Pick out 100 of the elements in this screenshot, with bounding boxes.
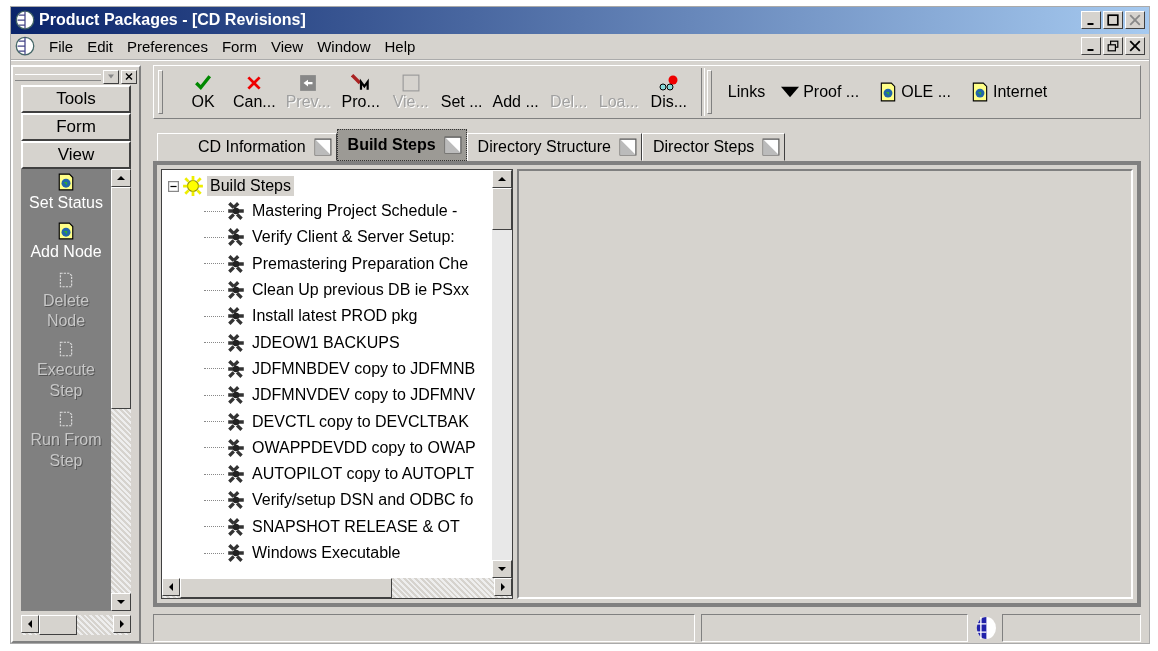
page-corner-icon	[313, 138, 332, 156]
sidebar-tab[interactable]: View	[21, 141, 131, 169]
toolbar-button[interactable]: Set ...	[436, 73, 487, 111]
restore-button[interactable]	[1103, 37, 1123, 56]
toolbar-button[interactable]: Can...	[229, 73, 280, 111]
window-title: Product Packages - [CD Revisions]	[39, 11, 306, 30]
right-arrow-icon	[120, 620, 124, 628]
tab[interactable]: Director Steps	[642, 133, 786, 161]
close-icon	[125, 72, 133, 81]
tree-item[interactable]: JDEOW1 BACKUPS	[252, 333, 400, 352]
tree-item[interactable]: Premastering Preparation Che	[252, 254, 469, 273]
toolbar-button[interactable]: Add ...	[488, 73, 543, 111]
tools-icon	[226, 490, 246, 511]
tree-item[interactable]: JDFMNVDEV copy to JDFMNV	[252, 386, 476, 405]
menu-item[interactable]: Form	[221, 38, 257, 55]
menu-item[interactable]: File	[49, 38, 74, 55]
tree-item[interactable]: Install latest PROD pkg	[252, 307, 418, 326]
up-arrow-icon	[117, 176, 125, 180]
link-button[interactable]: Proof ...	[781, 82, 860, 102]
document-icon	[58, 270, 74, 289]
collapse-icon[interactable]	[168, 180, 179, 192]
tree-item[interactable]: Verify Client & Server Setup:	[252, 228, 455, 247]
scroll-thumb[interactable]	[39, 615, 77, 635]
toolbar-button[interactable]: OK	[179, 73, 227, 111]
scrollbar[interactable]	[111, 169, 131, 611]
grip-handle[interactable]	[15, 73, 101, 81]
minimize-button[interactable]	[1081, 11, 1101, 30]
tools-icon	[226, 253, 246, 274]
menu-item[interactable]: Edit	[87, 38, 114, 55]
up-arrow-icon	[498, 177, 506, 181]
document-icon	[58, 409, 74, 428]
caret-icon	[107, 72, 115, 81]
tab[interactable]: Directory Structure	[466, 133, 642, 161]
down-arrow-icon	[498, 567, 506, 571]
left-arrow-icon	[169, 583, 173, 591]
tree-item[interactable]: JDFMNBDEV copy to JDFMNB	[252, 359, 476, 378]
tools-icon	[226, 280, 246, 301]
pencil-icon	[350, 74, 371, 92]
toolbar-button[interactable]: Pro...	[336, 73, 385, 111]
tools-icon	[226, 464, 246, 485]
menu-item[interactable]: View	[270, 38, 304, 55]
tools-icon	[226, 201, 246, 222]
close-button[interactable]	[121, 70, 137, 84]
tools-icon	[226, 437, 246, 458]
maximize-button[interactable]	[1103, 11, 1123, 30]
right-arrow-icon	[501, 583, 505, 591]
tools-icon	[226, 516, 246, 537]
toolbar-button[interactable]: Dis...	[644, 73, 693, 111]
document-icon	[58, 340, 74, 359]
sidebar-action[interactable]: Add Node	[23, 217, 109, 267]
scrollbar[interactable]	[162, 578, 512, 598]
link-button[interactable]: Internet	[971, 82, 1048, 102]
menu-item[interactable]: Help	[384, 38, 416, 55]
scroll-thumb[interactable]	[492, 188, 512, 230]
tree-item[interactable]: Windows Executable	[252, 544, 401, 562]
tree-item[interactable]: SNAPSHOT RELEASE & OT	[252, 517, 460, 536]
document-globe-icon	[58, 173, 74, 191]
left-arrow-icon	[28, 620, 32, 628]
close-button[interactable]	[1125, 37, 1145, 56]
check-icon	[193, 74, 213, 92]
scrollbar[interactable]	[21, 615, 131, 635]
tree-item[interactable]: AUTOPILOT copy to AUTOPLT	[252, 465, 474, 484]
tools-icon	[226, 543, 246, 563]
close-button[interactable]	[1125, 11, 1145, 30]
close-icon	[1129, 14, 1141, 27]
scroll-thumb[interactable]	[111, 187, 131, 409]
tree-item[interactable]: Build Steps	[207, 176, 294, 196]
sidebar-tab[interactable]: Form	[21, 113, 131, 141]
tools-icon	[226, 385, 246, 406]
dropdown-button[interactable]	[103, 70, 119, 84]
down-arrow-icon	[117, 600, 125, 604]
close-icon	[1129, 40, 1141, 53]
minimize-button[interactable]	[1081, 37, 1101, 56]
tools-icon	[226, 411, 246, 432]
sidebar-action[interactable]: Set Status	[23, 169, 109, 218]
tab[interactable]: CD Information	[157, 133, 337, 161]
scroll-thumb[interactable]	[180, 578, 392, 598]
sun-gear-icon	[182, 175, 204, 197]
tree-item[interactable]: OWAPPDEVDD copy to OWAP	[252, 438, 476, 457]
document-globe-icon	[971, 82, 989, 102]
page-corner-icon	[443, 136, 462, 154]
tools-icon	[226, 358, 246, 379]
links-label: Links	[727, 83, 766, 101]
blank-square-icon	[400, 74, 421, 92]
globe-icon	[15, 10, 35, 31]
tools-icon	[226, 227, 246, 248]
minimize-icon	[1087, 49, 1094, 52]
tools-icon	[226, 306, 246, 327]
menu-item[interactable]: Preferences	[127, 38, 208, 55]
tree-item[interactable]: Mastering Project Schedule -	[252, 202, 458, 221]
scrollbar[interactable]	[492, 170, 512, 578]
tree-item[interactable]: Clean Up previous DB ie PSxx	[252, 281, 469, 300]
menu-item[interactable]: Window	[317, 38, 371, 55]
tree-item[interactable]: DEVCTL copy to DEVCLTBAK	[252, 412, 469, 431]
sidebar-tab[interactable]: Tools	[21, 85, 131, 113]
page-corner-icon	[762, 138, 781, 156]
link-button[interactable]: OLE ...	[879, 82, 951, 102]
tools-icon	[226, 332, 246, 353]
tree-item[interactable]: Verify/setup DSN and ODBC fo	[252, 491, 474, 510]
tab[interactable]: Build Steps	[336, 129, 467, 161]
